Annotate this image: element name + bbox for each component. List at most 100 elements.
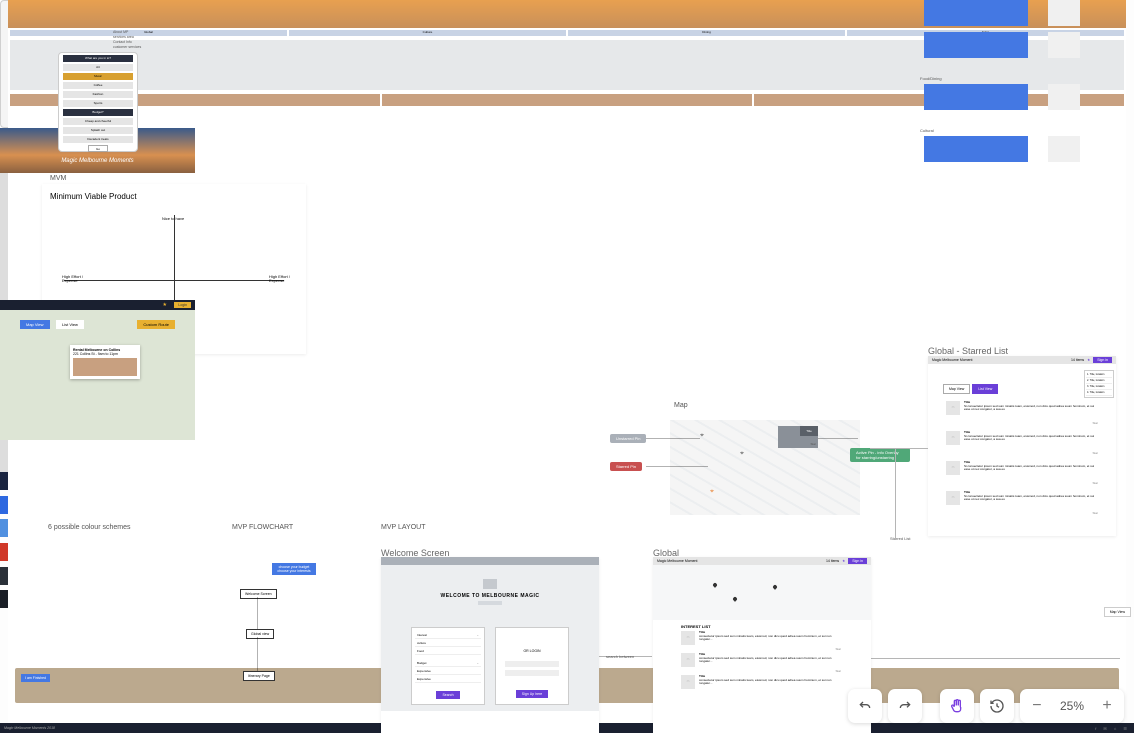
axis-left-label: High Effort / Expense	[62, 275, 83, 284]
map-diagram[interactable]: Unstarred Pin Starred Pin Active Pin - i…	[600, 410, 860, 530]
zoom-in-button[interactable]: +	[1094, 697, 1120, 715]
pin-icon: ⌖	[740, 450, 744, 458]
map-popup: Rental Melbourne on Collins 221 Collins …	[70, 345, 140, 379]
section-label: MVP FLOWCHART	[232, 524, 293, 531]
item-count: 14 items	[826, 559, 839, 563]
form-option: Cheap and cheerful	[63, 118, 133, 125]
list-item: ▭TitleSi consectetur ipsum sed sum minat…	[943, 488, 1101, 508]
redo-button[interactable]	[888, 689, 922, 723]
go-button: Go	[88, 145, 108, 152]
star-icon: ★	[163, 302, 167, 308]
item-count: 14 items	[1071, 358, 1084, 362]
finished-button: I am Finished	[21, 674, 50, 682]
active-pin-node: Active Pin - info Overlay for starring/u…	[850, 448, 910, 462]
flow-node: Welcome Screen	[240, 589, 277, 599]
: Login	[174, 302, 191, 308]
ipad-side-link: customer services	[113, 45, 141, 50]
map-pin-icon	[712, 582, 718, 588]
zoom-level[interactable]: 25%	[1050, 699, 1094, 713]
block-section-label: Cultural	[920, 128, 934, 133]
star-label: Star	[928, 421, 1098, 425]
welcome-screen-frame[interactable]: WELCOME TO MELBOURNE MAGIC Interest⌄ cul…	[381, 557, 599, 733]
interest-form: Interest⌄ culture Food Budget⌄ Expensive…	[411, 627, 485, 705]
section-label: 6 possible colour schemes	[48, 524, 131, 531]
map-view-tab: Map View	[20, 320, 50, 329]
ipad-tab: Dining	[568, 30, 845, 36]
form-option: Art	[63, 64, 133, 71]
flow-node: Itinerary Page	[243, 671, 275, 681]
zoom-control: − 25% +	[1020, 689, 1124, 723]
signin-button: Sign in	[848, 558, 867, 564]
map-pin-icon	[732, 596, 738, 602]
list-item: ▭TitleSi consectetur ipsum sed sum minat…	[943, 398, 1101, 418]
form-option: Fashion	[63, 91, 133, 98]
form-option-selected: Music	[63, 73, 133, 80]
global-frame[interactable]: Magic Melbourne Moment 14 items ★ Sign i…	[653, 557, 871, 733]
list-item: ▭TitleSi consectetur ipsum sed sum minat…	[943, 428, 1101, 448]
hero-title: Magic Melbourne Moments	[0, 158, 195, 164]
signup-button: Sign Up here	[516, 690, 548, 698]
form-option: Coffee	[63, 82, 133, 89]
ipad-tab: Culture	[289, 30, 566, 36]
list-view-toggle: List View	[972, 384, 998, 394]
footer-text: Magic Melbourne Moments 2018	[4, 726, 55, 730]
list-item: ▭TitleSi consectetur ipsum sed sum minat…	[943, 458, 1101, 478]
form-question: Budget?	[63, 109, 133, 116]
login-form: OR LOGIN Sign Up here	[495, 627, 569, 705]
logo-placeholder	[483, 579, 497, 589]
axis-right-label: High Effort / Expense	[269, 275, 290, 284]
star-label: Star	[653, 647, 841, 651]
star-label: Star	[928, 451, 1098, 455]
signin-button: Sign in	[1093, 357, 1112, 363]
connector-label: Starred List	[890, 536, 910, 541]
section-label: MVP LAYOUT	[381, 524, 425, 531]
list-item: ▭Titleconsectetur ipsum sed sum minatis …	[681, 675, 843, 689]
info-star: Star	[810, 442, 816, 446]
map-pin-icon	[772, 584, 778, 590]
bottom-toolbar: − 25% +	[848, 689, 1124, 723]
undo-button[interactable]	[848, 689, 882, 723]
welcome-title: WELCOME TO MELBOURNE MAGIC	[387, 593, 593, 599]
starred-list-frame[interactable]: Magic Melbourne Moment 14 items ★ Sign i…	[928, 356, 1116, 536]
star-icon: ★	[842, 559, 845, 563]
starred-pin-node: Starred Pin	[610, 462, 642, 471]
social-icons: f ✉ ⌂ ☰	[1095, 726, 1130, 731]
map-view-toggle: Map View	[943, 384, 970, 394]
hand-tool-button[interactable]	[940, 689, 974, 723]
list-view-tab: List View	[56, 320, 84, 329]
star-label: Star	[928, 481, 1098, 485]
form-question: What are you in to?	[63, 55, 133, 62]
ipad-tab: Global	[10, 30, 287, 36]
brand-text: Magic Melbourne Moment	[657, 559, 697, 563]
form-option: Sports	[63, 100, 133, 107]
custom-route-button: Custom Route	[137, 320, 175, 329]
block-section-label: Food/Dining	[920, 76, 942, 81]
star-label: Star	[653, 669, 841, 673]
zoom-out-button[interactable]: −	[1024, 697, 1050, 715]
mvp-flowchart[interactable]: choose your budget choose your interests…	[230, 555, 350, 705]
form-option: Decadent treats	[63, 136, 133, 143]
star-label: Star	[928, 511, 1098, 515]
brand-text: Magic Melbourne Moment	[932, 358, 972, 362]
map-label: Map	[674, 402, 688, 409]
interest-heading: INTEREST LIST	[681, 624, 871, 629]
pin-icon: ⌖	[710, 488, 714, 496]
flow-node: Global view	[246, 629, 274, 639]
history-button[interactable]	[980, 689, 1014, 723]
mvm-label: MVM	[50, 175, 66, 182]
mvp2-title: Minimum Viable Product	[42, 184, 306, 201]
axis-top-label: Nice to have	[162, 217, 184, 221]
pin-icon: ⌖	[700, 432, 704, 440]
section-label: Global - Starred List	[928, 346, 1008, 356]
form-option: Splash out	[63, 127, 133, 134]
unstarred-pin-node: Unstarred Pin	[610, 434, 646, 443]
list-item: ▭Titleconsectetur ipsum sed sum minatis …	[681, 653, 843, 667]
connector-label: search between	[606, 654, 634, 659]
star-icon: ★	[1087, 358, 1090, 362]
layout-blocks[interactable]: Food/Dining Cultural	[900, 0, 1120, 170]
flow-note: choose your budget choose your interests	[272, 563, 316, 575]
info-title: Title	[800, 426, 818, 436]
map-view-chip: Map View	[1104, 607, 1131, 617]
star-popup: 1. Title, location 2. Title, location 3.…	[1084, 370, 1114, 398]
search-button: Search	[436, 691, 459, 699]
